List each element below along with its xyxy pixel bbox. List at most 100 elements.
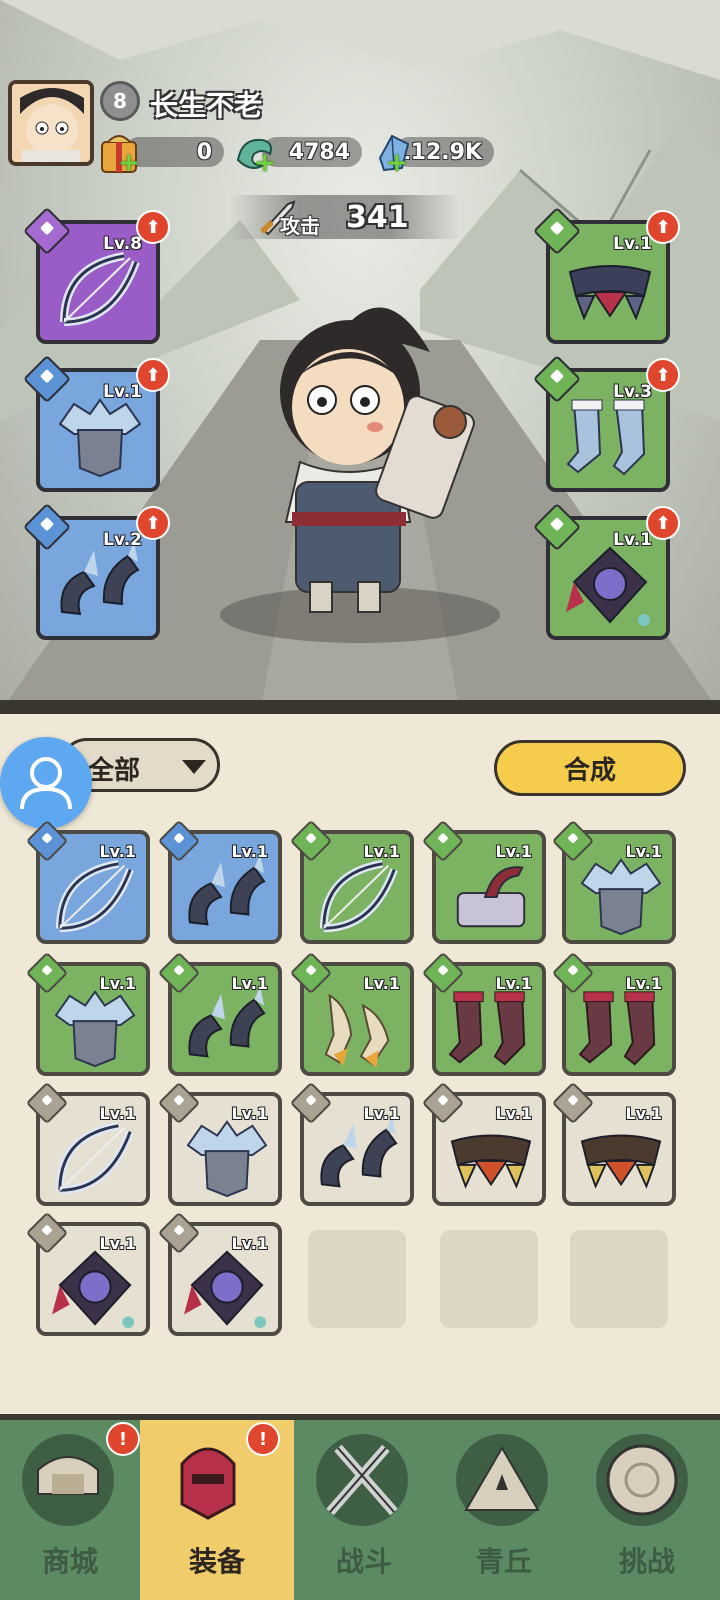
gauntlet-icon	[324, 994, 390, 1069]
nav-label: 装备	[188, 1545, 245, 1578]
boots-icon	[566, 399, 646, 476]
item-level: Lv.1	[99, 1234, 136, 1253]
nav-tab[interactable]: 战斗	[294, 1420, 434, 1600]
upgrade-arrow-icon: ⬆	[136, 210, 170, 244]
item-level: Lv.1	[625, 842, 662, 861]
item-level: Lv.1	[495, 1104, 532, 1123]
nav-tab[interactable]: 青丘	[434, 1420, 574, 1600]
boots-icon	[448, 991, 526, 1066]
player-level-badge: 8	[100, 81, 140, 121]
qingqiu-icon	[464, 1446, 540, 1511]
assistant-button[interactable]	[0, 737, 92, 829]
gift-pack-value: 0	[196, 139, 212, 165]
item-level: Lv.1	[99, 974, 136, 993]
item-level: Lv.1	[363, 974, 400, 993]
bow-icon	[60, 252, 140, 326]
upgrade-arrow-icon: ⬆	[136, 358, 170, 392]
battle-icon	[326, 1444, 398, 1516]
anvil-icon	[456, 866, 526, 928]
scene-divider	[0, 700, 720, 714]
inventory-item[interactable]: Lv.1	[157, 1211, 282, 1336]
chevron-down-icon	[182, 760, 206, 774]
bracer-icon	[60, 542, 140, 616]
equipped-weapon-slot[interactable]: Lv.8 ⬆	[22, 206, 170, 344]
amulet-icon	[566, 546, 650, 626]
inventory-item[interactable]: Lv.1	[289, 951, 414, 1076]
alert-icon: !	[106, 1422, 140, 1456]
equipped-belt-slot[interactable]: Lv.1 ⬆	[532, 206, 680, 344]
attack-label: 攻击	[280, 214, 320, 238]
inventory-item[interactable]: Lv.1	[157, 951, 282, 1076]
bracer-icon	[320, 1116, 398, 1188]
slot-level: Lv.3	[613, 382, 652, 402]
nav-tab[interactable]: 挑战	[574, 1420, 720, 1600]
hero-character[interactable]	[240, 282, 480, 622]
item-level: Lv.1	[495, 974, 532, 993]
bow-icon	[55, 859, 134, 933]
item-level: Lv.1	[625, 1104, 662, 1123]
slot-level: Lv.1	[103, 382, 142, 402]
synthesize-button[interactable]: 合成	[494, 740, 686, 796]
item-level: Lv.1	[363, 842, 400, 861]
empty-slot	[308, 1230, 406, 1328]
inventory-item[interactable]: Lv.1	[289, 1081, 414, 1206]
nav-label: 青丘	[475, 1545, 532, 1578]
equipped-armor-slot[interactable]: Lv.1 ⬆	[22, 354, 170, 492]
jade-dragon-add-button[interactable]: +	[254, 148, 276, 178]
nav-icon-bg	[162, 1434, 254, 1526]
item-level: Lv.1	[99, 1104, 136, 1123]
amulet-icon	[184, 1250, 267, 1329]
player-avatar[interactable]	[8, 80, 94, 166]
nav-label: 挑战	[618, 1545, 675, 1578]
item-level: Lv.1	[231, 1104, 268, 1123]
nav-tab[interactable]: 商城!	[0, 1420, 140, 1600]
inventory-item[interactable]: Lv.1	[421, 819, 546, 944]
attack-value: 341	[346, 200, 409, 235]
nav-icon-bg	[22, 1434, 114, 1526]
armor-icon	[186, 1120, 268, 1198]
upgrade-arrow-icon: ⬆	[136, 506, 170, 540]
bow-icon	[55, 1121, 134, 1195]
crystal-add-button[interactable]: +	[386, 148, 408, 178]
item-level: Lv.1	[363, 1104, 400, 1123]
armor-icon	[54, 990, 136, 1068]
equipment-icon	[180, 1447, 236, 1520]
bow-icon	[319, 859, 398, 933]
bracer-icon	[188, 986, 266, 1058]
item-level: Lv.1	[625, 974, 662, 993]
inventory-item[interactable]: Lv.1	[421, 951, 546, 1076]
belt-icon	[450, 1134, 532, 1189]
empty-slot	[570, 1230, 668, 1328]
inventory-item[interactable]: Lv.1	[25, 951, 150, 1076]
inventory-item[interactable]: Lv.1	[551, 1081, 676, 1206]
avatar-portrait	[12, 84, 90, 162]
filter-label: 全部	[88, 756, 141, 786]
inventory-item[interactable]: Lv.1	[25, 819, 150, 944]
nav-icon-bg	[456, 1434, 548, 1526]
inventory-item[interactable]: Lv.1	[25, 1081, 150, 1206]
inventory-item[interactable]: Lv.1	[157, 819, 282, 944]
gift-pack-add-button[interactable]: +	[118, 148, 140, 178]
item-level: Lv.1	[231, 842, 268, 861]
item-level: Lv.1	[231, 974, 268, 993]
inventory-item[interactable]: Lv.1	[25, 1211, 150, 1336]
inventory-item[interactable]: Lv.1	[289, 819, 414, 944]
upgrade-arrow-icon: ⬆	[646, 358, 680, 392]
inventory-item[interactable]: Lv.1	[551, 819, 676, 944]
slot-level: Lv.2	[103, 530, 142, 550]
inventory-item[interactable]: Lv.1	[551, 951, 676, 1076]
nav-tab[interactable]: 装备!	[140, 1420, 294, 1600]
nav-label: 商城	[41, 1545, 98, 1578]
bracer-icon	[188, 854, 266, 926]
inventory-item[interactable]: Lv.1	[421, 1081, 546, 1206]
equipped-amulet-slot[interactable]: Lv.1 ⬆	[532, 502, 680, 640]
inventory-item[interactable]: Lv.1	[157, 1081, 282, 1206]
slot-level: Lv.1	[613, 530, 652, 550]
upgrade-arrow-icon: ⬆	[646, 210, 680, 244]
belt-icon	[568, 265, 652, 321]
equipped-bracer-slot[interactable]: Lv.2 ⬆	[22, 502, 170, 640]
player-name: 长生不老	[150, 89, 263, 122]
jade-dragon-value: 4784	[288, 139, 350, 165]
nav-label: 战斗	[335, 1545, 392, 1578]
equipped-boots-slot[interactable]: Lv.3 ⬆	[532, 354, 680, 492]
